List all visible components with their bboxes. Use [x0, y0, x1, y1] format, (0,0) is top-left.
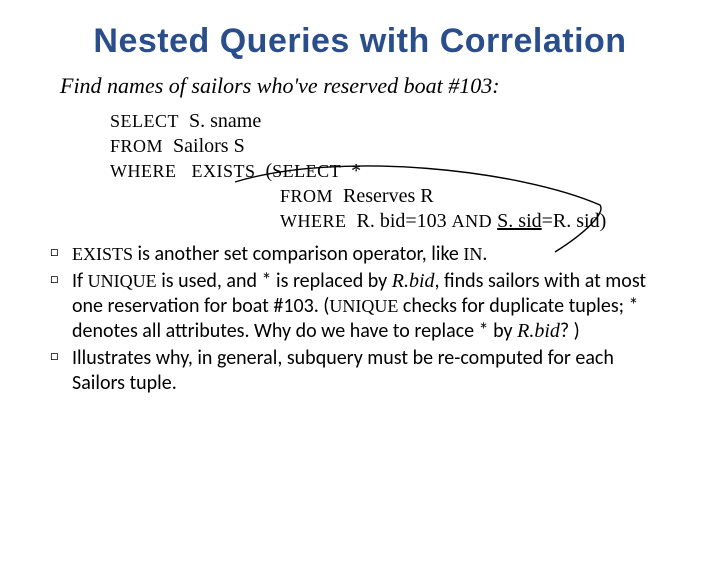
- problem-statement: Find names of sailors who've reserved bo…: [60, 73, 720, 99]
- kw-select: SELECT: [110, 111, 179, 131]
- kw-where-exists: WHERE EXISTS: [110, 161, 256, 181]
- bullet-list: EXISTS is another set comparison operato…: [50, 242, 660, 396]
- sql-code: SELECT S. sname FROM Sailors S WHERE EXI…: [110, 109, 720, 234]
- bullet-3: Illustrates why, in general, subquery mu…: [50, 346, 660, 396]
- bullet-2: If UNIQUE is used, and * is replaced by …: [50, 269, 660, 344]
- kw-from: FROM: [110, 136, 163, 156]
- bullet-1: EXISTS is another set comparison operato…: [50, 242, 660, 267]
- correlated-column: S. sid: [497, 210, 541, 232]
- slide-title: Nested Queries with Correlation: [0, 22, 720, 61]
